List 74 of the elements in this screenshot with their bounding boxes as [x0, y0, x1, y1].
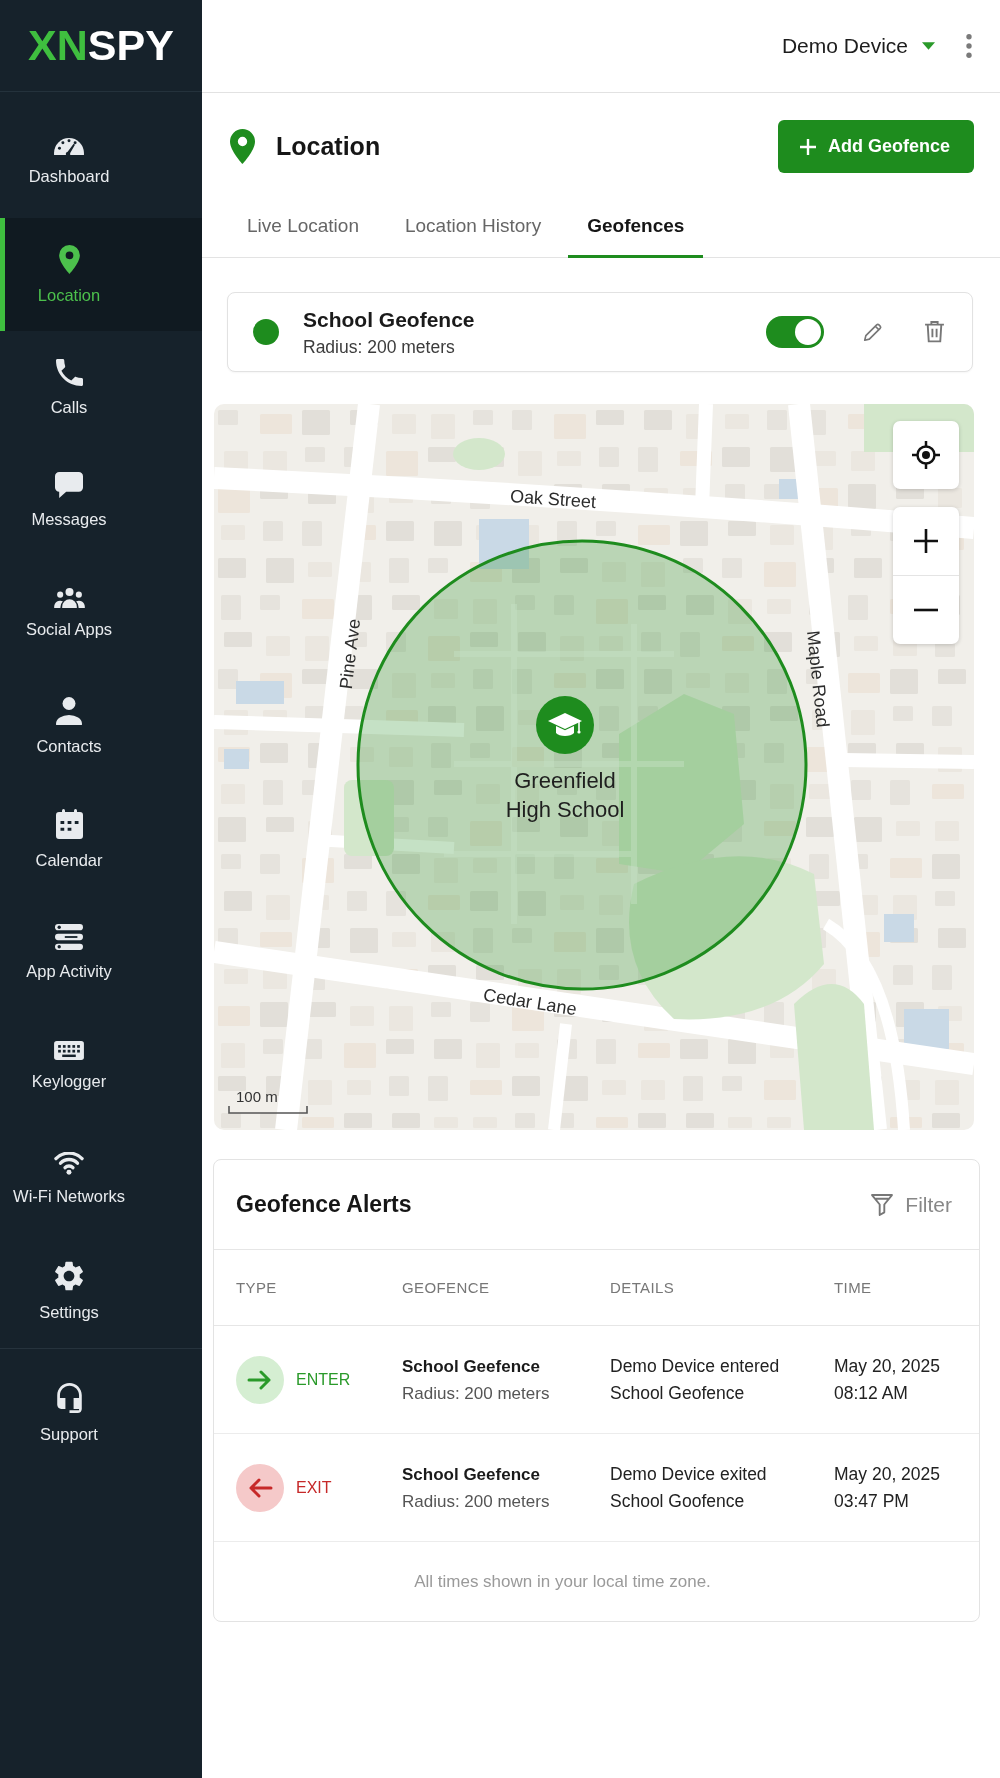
- people-icon: [53, 588, 85, 608]
- geofence-name: School Geofence: [303, 307, 476, 332]
- place-label: Greenfield High School: [504, 767, 626, 824]
- street-label: Pine Ave: [335, 617, 365, 691]
- device-selector[interactable]: Demo Device: [781, 34, 935, 58]
- calendar-icon: [55, 809, 83, 839]
- sidebar-item[interactable]: Messages: [0, 444, 202, 557]
- alert-time: 08:12 AM: [834, 1381, 909, 1405]
- locate-button[interactable]: [893, 421, 959, 489]
- sidebar-item[interactable]: Keylogger: [0, 1009, 202, 1122]
- column-header: TYPE: [236, 1279, 278, 1296]
- arrow-left-icon: [236, 1463, 284, 1512]
- geofence-name: School Geefence: [402, 1355, 541, 1377]
- person-icon: [56, 697, 82, 725]
- sidebar-item[interactable]: Dashboard: [0, 105, 202, 218]
- section-title: Geofence Alerts: [236, 1191, 412, 1218]
- wifi-icon: [54, 1151, 84, 1175]
- add-geofence-button[interactable]: Add Geofence: [777, 120, 974, 173]
- brand-logo: XNSPY: [28, 24, 174, 67]
- gauge-icon: [54, 137, 84, 155]
- school-marker-icon[interactable]: [536, 696, 594, 754]
- sidebar-item[interactable]: Social Apps: [0, 557, 202, 670]
- crosshair-icon: [912, 441, 940, 469]
- geofence-radius: Radius: 200 meters: [303, 337, 456, 357]
- chat-bubble-icon: [55, 472, 83, 498]
- column-header: DETAILS: [610, 1279, 676, 1296]
- scale-label: 100 m: [236, 1088, 278, 1105]
- sidebar-item[interactable]: Wi-Fi Networks: [0, 1122, 202, 1235]
- street-label: Maple Road: [803, 629, 833, 729]
- headset-icon: [56, 1383, 82, 1413]
- sidebar-item[interactable]: Support: [0, 1357, 202, 1470]
- list-icon: [55, 924, 83, 950]
- location-pin-icon: [58, 244, 80, 274]
- scale-bar-icon: [228, 1106, 308, 1114]
- sidebar-item[interactable]: Calls: [0, 331, 202, 444]
- sidebar-item[interactable]: Calendar: [0, 783, 202, 896]
- more-options-icon[interactable]: [966, 34, 972, 58]
- plus-icon: [799, 138, 816, 155]
- tab[interactable]: Geofences: [568, 193, 704, 258]
- toggle-switch[interactable]: [766, 316, 824, 348]
- alert-time: 03:47 PM: [834, 1489, 910, 1513]
- geofence-radius: Radius: 200 meters: [402, 1382, 551, 1404]
- pencil-icon[interactable]: [862, 321, 884, 343]
- page-title: Location: [276, 132, 381, 161]
- tab[interactable]: Location History: [385, 193, 561, 258]
- street-label: Cedar Lane: [482, 984, 578, 1020]
- plus-icon: [914, 529, 938, 553]
- geofence-name: School Geefence: [402, 1463, 541, 1485]
- alert-type: ENTER: [296, 1370, 351, 1389]
- column-header: GEOFENCE: [402, 1279, 491, 1296]
- alert-date: May 20, 2025: [834, 1462, 942, 1486]
- alert-details: Demo Device exited School Goofence: [610, 1462, 768, 1513]
- phone-icon: [55, 358, 83, 386]
- alert-date: May 20, 2025: [834, 1354, 942, 1378]
- timezone-note: All times shown in your local time zone.: [414, 1571, 711, 1592]
- sidebar-item[interactable]: Location: [0, 218, 202, 331]
- sidebar-item[interactable]: App Activity: [0, 896, 202, 1009]
- tab[interactable]: Live Location: [228, 193, 378, 258]
- column-header: TIME: [834, 1279, 873, 1296]
- settings-icon: [55, 1261, 83, 1291]
- filter-button[interactable]: Filter: [871, 1192, 952, 1217]
- alert-type: EXIT: [296, 1478, 332, 1497]
- sidebar-item[interactable]: Contacts: [0, 670, 202, 783]
- minus-icon: [914, 608, 938, 612]
- keyboard-icon: [54, 1040, 84, 1060]
- location-pin-icon: [230, 129, 255, 164]
- arrow-right-icon: [236, 1355, 284, 1404]
- trash-icon[interactable]: [924, 321, 945, 343]
- street-label: Oak Street: [509, 486, 597, 512]
- filter-icon: [871, 1193, 894, 1216]
- geofence-radius: Radius: 200 meters: [402, 1490, 551, 1512]
- alert-details: Demo Device entered School Geofence: [610, 1354, 781, 1405]
- sidebar-item[interactable]: Settings: [0, 1235, 202, 1348]
- caret-icon: [922, 42, 935, 50]
